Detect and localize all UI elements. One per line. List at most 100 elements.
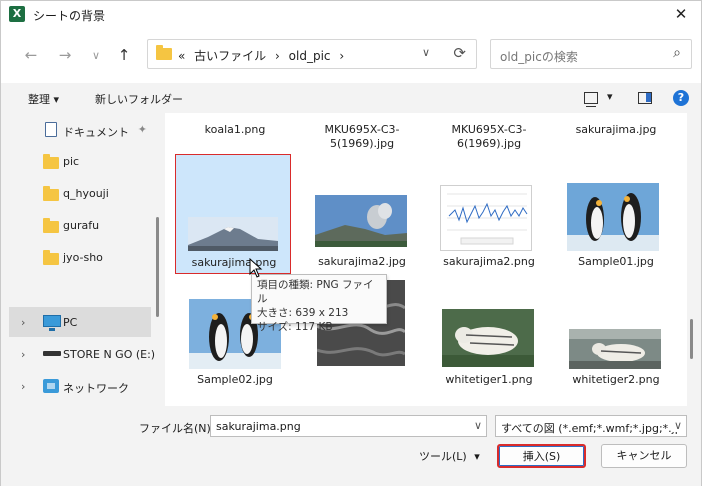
chevron-right-icon[interactable]: › [339,49,344,63]
tooltip-dimensions: 大きさ: 639 x 213 [257,307,349,319]
filename-input[interactable]: sakurajima.png ∨ [210,415,487,437]
sidebar-item-label: STORE N GO (E:) [63,348,156,361]
thumbnail [188,217,278,251]
sidebar-item-store-n-go[interactable]: › STORE N GO (E:) [9,339,155,369]
organize-button[interactable]: 整理 ▾ [28,91,59,107]
navigation-pane: ドキュメント ✦ pic q_hyouji gurafu jyo-sho › P… [9,113,159,406]
sidebar-item-pc[interactable]: › PC [9,307,151,337]
file-item[interactable]: MKU695X-C3-5(1969).jpg [309,113,415,153]
filetype-select[interactable]: すべての図 (*.emf;*.wmf;*.jpg;*.jp ∨ [495,415,687,437]
file-name: sakurajima2.jpg [318,255,406,268]
file-name: MKU695X-C3-6(1969).jpg [451,123,527,150]
breadcrumb-overflow[interactable]: « [178,49,185,63]
search-box[interactable]: old_picの検索 ⌕ [490,39,692,69]
expand-chevron-icon[interactable]: › [21,348,25,361]
file-item[interactable]: Sample01.jpg [563,161,669,271]
file-name: whitetiger2.png [572,373,660,386]
preview-pane-icon [638,92,652,104]
file-name: Sample02.jpg [197,373,273,386]
search-icon: ⌕ [673,45,681,61]
close-icon: ✕ [674,5,688,23]
thumbnail [315,195,407,247]
pin-icon: ✦ [137,123,147,136]
thumbnail [570,113,662,117]
chevron-down-icon: ▾ [474,450,480,463]
thumbnail [440,185,532,251]
file-item[interactable]: sakurajima2.png [436,161,542,271]
sidebar-item-label: jyo-sho [63,251,103,264]
drive-icon [43,351,61,356]
sidebar-item-network[interactable]: › ネットワーク [9,371,151,401]
file-item[interactable]: sakurajima2.jpg [309,161,415,271]
tooltip-type: 項目の種類: PNG ファイル [257,279,374,305]
expand-chevron-icon[interactable]: › [21,316,25,329]
command-bar: 整理 ▾ 新しいフォルダー ▾ ? [1,83,701,113]
mouse-cursor-icon [249,258,263,278]
sidebar-item-documents[interactable]: ドキュメント ✦ [9,115,151,145]
breadcrumb-old-files[interactable]: 古いファイル [194,49,266,63]
view-dropdown-icon[interactable]: ▾ [607,90,613,103]
sidebar-item-label: pic [63,155,80,168]
sidebar-item-jyo-sho[interactable]: jyo-sho [9,242,151,272]
sidebar-item-pic[interactable]: pic [9,146,151,176]
file-item[interactable]: koala1.png [182,113,288,153]
insert-button[interactable]: 挿入(S) [497,444,586,468]
view-icon [584,92,598,107]
file-item-selected[interactable]: sakurajima.png [175,154,291,274]
up-button[interactable]: ↑ [112,43,136,67]
address-bar[interactable]: « 古いファイル › old_pic › ∨ ⟳ [147,39,477,69]
filename-value: sakurajima.png [216,420,301,433]
file-list: koala1.png MKU695X-C3-5(1969).jpg MKU695… [165,113,687,406]
file-tooltip: 項目の種類: PNG ファイル 大きさ: 639 x 213 サイズ: 117 … [251,274,387,333]
file-list-scrollbar[interactable] [690,319,693,359]
close-button[interactable]: ✕ [661,1,701,27]
file-name: sakurajima.png [191,256,277,269]
file-name: MKU695X-C3-5(1969).jpg [324,123,400,150]
preview-pane-button[interactable] [638,88,652,108]
file-item[interactable]: whitetiger2.png [563,285,669,390]
pc-icon [43,315,61,331]
cancel-button[interactable]: キャンセル [601,444,687,468]
breadcrumb-old-pic[interactable]: old_pic [289,49,331,63]
help-icon: ? [673,90,689,106]
file-dialog: X シートの背景 ✕ ← → ∨ ↑ « 古いファイル › old_pic › … [0,0,702,486]
tools-button[interactable]: ツール(L) ▾ [419,448,480,464]
sidebar-item-label: ドキュメント [63,126,129,139]
excel-logo-icon: X [9,6,25,22]
title-bar: X シートの背景 ✕ [1,1,701,27]
search-input[interactable]: old_picの検索 [500,48,578,65]
refresh-button[interactable]: ⟳ [453,44,466,62]
file-item[interactable]: sakurajima.jpg [563,113,669,153]
document-icon [45,122,57,137]
thumbnail [316,113,408,117]
sidebar-item-label: ネットワーク [63,382,129,395]
tooltip-size: サイズ: 117 KB [257,321,333,333]
expand-chevron-icon[interactable]: › [21,380,25,393]
breadcrumb: « 古いファイル › old_pic › [178,47,349,64]
chevron-down-icon[interactable]: ∨ [671,419,682,432]
folder-icon [43,218,59,233]
thumbnail [443,113,535,117]
chevron-down-icon[interactable]: ∨ [474,419,482,432]
help-button[interactable]: ? [673,88,689,108]
forward-button[interactable]: → [53,43,77,67]
file-name: whitetiger1.png [445,373,533,386]
sidebar-item-q-hyouji[interactable]: q_hyouji [9,178,151,208]
filetype-value: すべての図 (*.emf;*.wmf;*.jpg;*.jp [501,422,682,435]
sidebar-scrollbar[interactable] [156,217,159,317]
address-dropdown-icon[interactable]: ∨ [422,46,430,59]
file-name: Sample01.jpg [578,255,654,268]
folder-icon [43,250,59,265]
recent-locations-button[interactable]: ∨ [84,43,108,67]
window-title: シートの背景 [33,9,106,23]
view-button[interactable] [584,88,598,108]
back-button[interactable]: ← [19,43,43,67]
file-item[interactable]: whitetiger1.png [436,285,542,390]
new-folder-button[interactable]: 新しいフォルダー [95,91,183,107]
dialog-footer: ファイル名(N): sakurajima.png ∨ すべての図 (*.emf;… [1,406,701,486]
chevron-right-icon[interactable]: › [275,49,280,63]
file-name: koala1.png [204,123,266,136]
sidebar-item-gurafu[interactable]: gurafu [9,210,151,240]
file-item[interactable]: MKU695X-C3-6(1969).jpg [436,113,542,153]
sidebar-item-label: PC [63,316,78,329]
